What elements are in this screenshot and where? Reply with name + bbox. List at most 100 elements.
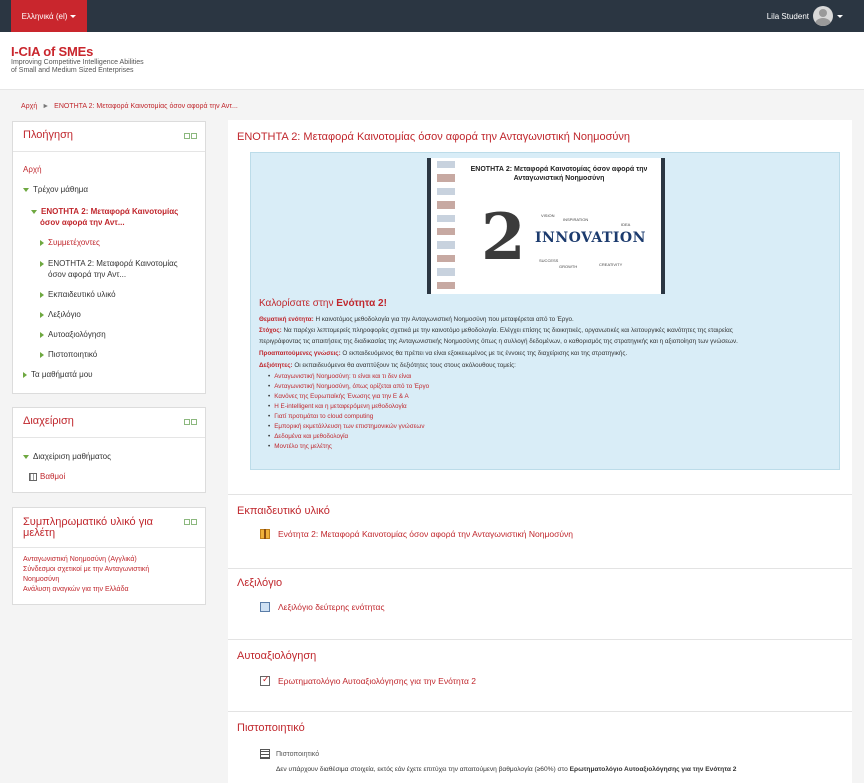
administration-block: Διαχείριση Διαχείριση μαθήματος Βαθμοί (12, 407, 206, 493)
nav-self-assessment[interactable]: Αυτοαξιολόγηση (40, 330, 106, 340)
dock-icon[interactable] (184, 419, 190, 425)
nav-current-course[interactable]: Τρέχον μάθημα (23, 185, 88, 195)
nav-topic[interactable]: ΕΝΟΤΗΤΑ 2: Μεταφορά Καινοτομίας (40, 259, 178, 269)
caret-down-icon (70, 14, 77, 18)
skill-item: Δεδομένα και μεθοδολογία (268, 433, 348, 441)
top-navbar: Ελληνικά (el) Lila Student (0, 0, 864, 32)
banner-tag-inspiration: INSPIRATION (563, 217, 589, 222)
certificate-note-text: Δεν υπάρχουν διαθέσιμα στοιχεία, εκτός ε… (276, 766, 570, 773)
admin-grades[interactable]: Βαθμοί (29, 472, 65, 482)
summary-prereq-label: Προαπαιτούμενες γνώσεις: (259, 350, 341, 357)
skill-item: Ανταγωνιστική Νοημοσύνη: τι είναι και τι… (268, 373, 411, 381)
quiz-icon (260, 674, 270, 686)
logo-title: I-CIA of SMEs (11, 44, 94, 59)
nav-participants[interactable]: Συμμετέχοντες (40, 238, 100, 248)
activity-glossary[interactable]: Λεξιλόγιο δεύτερης ενότητας (260, 602, 385, 612)
grades-icon (29, 472, 37, 481)
dock-icon[interactable] (184, 519, 190, 525)
supplementary-block-title: Συμπληρωματικό υλικό για μελέτη (13, 508, 205, 548)
block-controls[interactable] (184, 133, 197, 139)
supp-link-needs-analysis[interactable]: Ανάλυση αναγκών για την Ελλάδα (23, 585, 129, 595)
section-title-assessment: Αυτοαξιολόγηση (237, 650, 317, 662)
nav-glossary-label: Λεξιλόγιο (48, 310, 81, 319)
section-divider (228, 568, 852, 569)
summary-goal-label: Στόχος: (259, 327, 282, 334)
nav-material[interactable]: Εκπαιδευτικό υλικό (40, 290, 116, 300)
summary-skills-label: Δεξιότητες: (259, 362, 293, 369)
banner-tag-vision: VISION (541, 213, 555, 218)
nav-material-label: Εκπαιδευτικό υλικό (48, 290, 116, 299)
summary-thematic-label: Θεματική ενότητα: (259, 316, 314, 323)
administration-block-title: Διαχείριση (13, 408, 205, 438)
breadcrumb-home[interactable]: Αρχή (21, 103, 37, 110)
collapsed-arrow-icon (40, 239, 44, 246)
block-controls[interactable] (184, 519, 197, 525)
collapsed-arrow-icon (40, 351, 44, 358)
activity-glossary-label: Λεξιλόγιο δεύτερης ενότητας (278, 602, 385, 612)
expanded-arrow-icon (31, 209, 37, 214)
activity-material-label: Ενότητα 2: Μεταφορά Καινοτομίας όσον αφο… (278, 529, 573, 539)
banner-tag-idea: IDEA (621, 222, 631, 227)
banner-tag-growth: GROWTH (559, 264, 578, 269)
block-controls[interactable] (184, 419, 197, 425)
admin-grades-label: Βαθμοί (40, 472, 66, 481)
expanded-arrow-icon (23, 187, 29, 192)
nav-certificate[interactable]: Πιστοποιητικό (40, 350, 97, 360)
section-title-certificate: Πιστοποιητικό (237, 722, 305, 734)
summary-thematic: Θεματική ενότητα: Η καινοτόμος μεθοδολογ… (259, 316, 574, 324)
collapse-icon[interactable] (191, 419, 197, 425)
supp-link-ci-english[interactable]: Ανταγωνιστική Νοημοσύνη (Αγγλικά) (23, 555, 137, 565)
summary-goal-text: Να παρέχει λεπτομερείς πληροφορίες σχετι… (281, 327, 733, 334)
partner-logos (437, 161, 459, 290)
site-logo[interactable]: I-CIA of SMEs Improving Competitive Inte… (11, 44, 144, 75)
navigation-title: Πλοήγηση (23, 129, 74, 141)
collapsed-arrow-icon (40, 260, 44, 267)
banner-number: 2 (481, 200, 526, 275)
breadcrumb: Αρχή ► ΕΝΟΤΗΤΑ 2: Μεταφορά Καινοτομίας ό… (21, 103, 238, 110)
admin-course-admin-label: Διαχείριση μαθήματος (33, 452, 111, 461)
banner-title-line-1: ΕΝΟΤΗΤΑ 2: Μεταφορά Καινοτομίας όσον αφο… (470, 166, 648, 173)
certificate-note-quiz: Ερωτηματολόγιο Αυτοαξιολόγησης για την Ε… (569, 766, 737, 773)
activity-quiz-label: Ερωτηματολόγιο Αυτοαξιολόγησης για την Ε… (278, 676, 477, 686)
nav-my-courses[interactable]: Τα μαθήματά μου (23, 370, 93, 380)
avatar (813, 6, 833, 26)
site-header: I-CIA of SMEs Improving Competitive Inte… (0, 32, 864, 90)
activity-quiz[interactable]: Ερωτηματολόγιο Αυτοαξιολόγησης για την Ε… (260, 674, 477, 686)
collapse-icon[interactable] (191, 519, 197, 525)
nav-unit-2-cont[interactable]: όσον αφορά την Αντ... (40, 218, 125, 228)
nav-current-course-label: Τρέχον μάθημα (33, 185, 89, 194)
banner-tag-creativity: CREATIVITY (599, 262, 623, 267)
section-title-glossary: Λεξιλόγιο (237, 577, 283, 589)
breadcrumb-current[interactable]: ΕΝΟΤΗΤΑ 2: Μεταφορά Καινοτομίας όσον αφο… (54, 103, 238, 110)
supp-link-ci-links[interactable]: Σύνδεσμοι σχετικοί με την Ανταγωνιστική (23, 565, 149, 575)
banner-title: ΕΝΟΤΗΤΑ 2: Μεταφορά Καινοτομίας όσον αφο… (459, 165, 659, 183)
nav-unit-2[interactable]: ΕΝΟΤΗΤΑ 2: Μεταφορά Καινοτομίας (31, 207, 178, 217)
banner-title-line-2: Ανταγωνιστική Νοημοσύνη (513, 175, 605, 182)
logo-tagline-2: of Small and Medium Sized Enterprises (11, 67, 134, 74)
main-content: ΕΝΟΤΗΤΑ 2: Μεταφορά Καινοτομίας όσον αφο… (228, 120, 852, 783)
nav-glossary[interactable]: Λεξιλόγιο (40, 310, 81, 320)
summary-thematic-text: Η καινοτόμος μεθοδολογία για την Ανταγων… (313, 316, 574, 323)
glossary-icon (260, 602, 270, 612)
user-menu[interactable]: Lila Student (767, 5, 843, 27)
nav-certificate-label: Πιστοποιητικό (48, 350, 98, 359)
activity-certificate-label: Πιστοποιητικό (276, 750, 320, 758)
admin-course-admin[interactable]: Διαχείριση μαθήματος (23, 452, 111, 462)
nav-topic-cont[interactable]: όσον αφορά την Αντ... (48, 270, 126, 280)
activity-material[interactable]: Ενότητα 2: Μεταφορά Καινοτομίας όσον αφο… (260, 529, 573, 539)
unit-summary: ΕΝΟΤΗΤΑ 2: Μεταφορά Καινοτομίας όσον αφο… (250, 152, 840, 470)
supp-link-ci-links-cont[interactable]: Νοημοσύνη (23, 575, 59, 585)
language-label: Ελληνικά (el) (21, 11, 68, 21)
collapse-icon[interactable] (191, 133, 197, 139)
collapsed-arrow-icon (40, 291, 44, 298)
banner-innovation-word: INNOVATION (535, 230, 646, 246)
dock-icon[interactable] (184, 133, 190, 139)
language-menu-button[interactable]: Ελληνικά (el) (11, 0, 87, 32)
nav-participants-label: Συμμετέχοντες (48, 238, 100, 247)
navigation-block-title: Πλοήγηση (13, 122, 205, 152)
logo-tagline-1: Improving Competitive Intelligence Abili… (11, 59, 144, 66)
package-icon (260, 529, 270, 539)
nav-home[interactable]: Αρχή (23, 165, 42, 175)
user-name: Lila Student (766, 11, 809, 21)
activity-certificate: Πιστοποιητικό (260, 749, 319, 759)
